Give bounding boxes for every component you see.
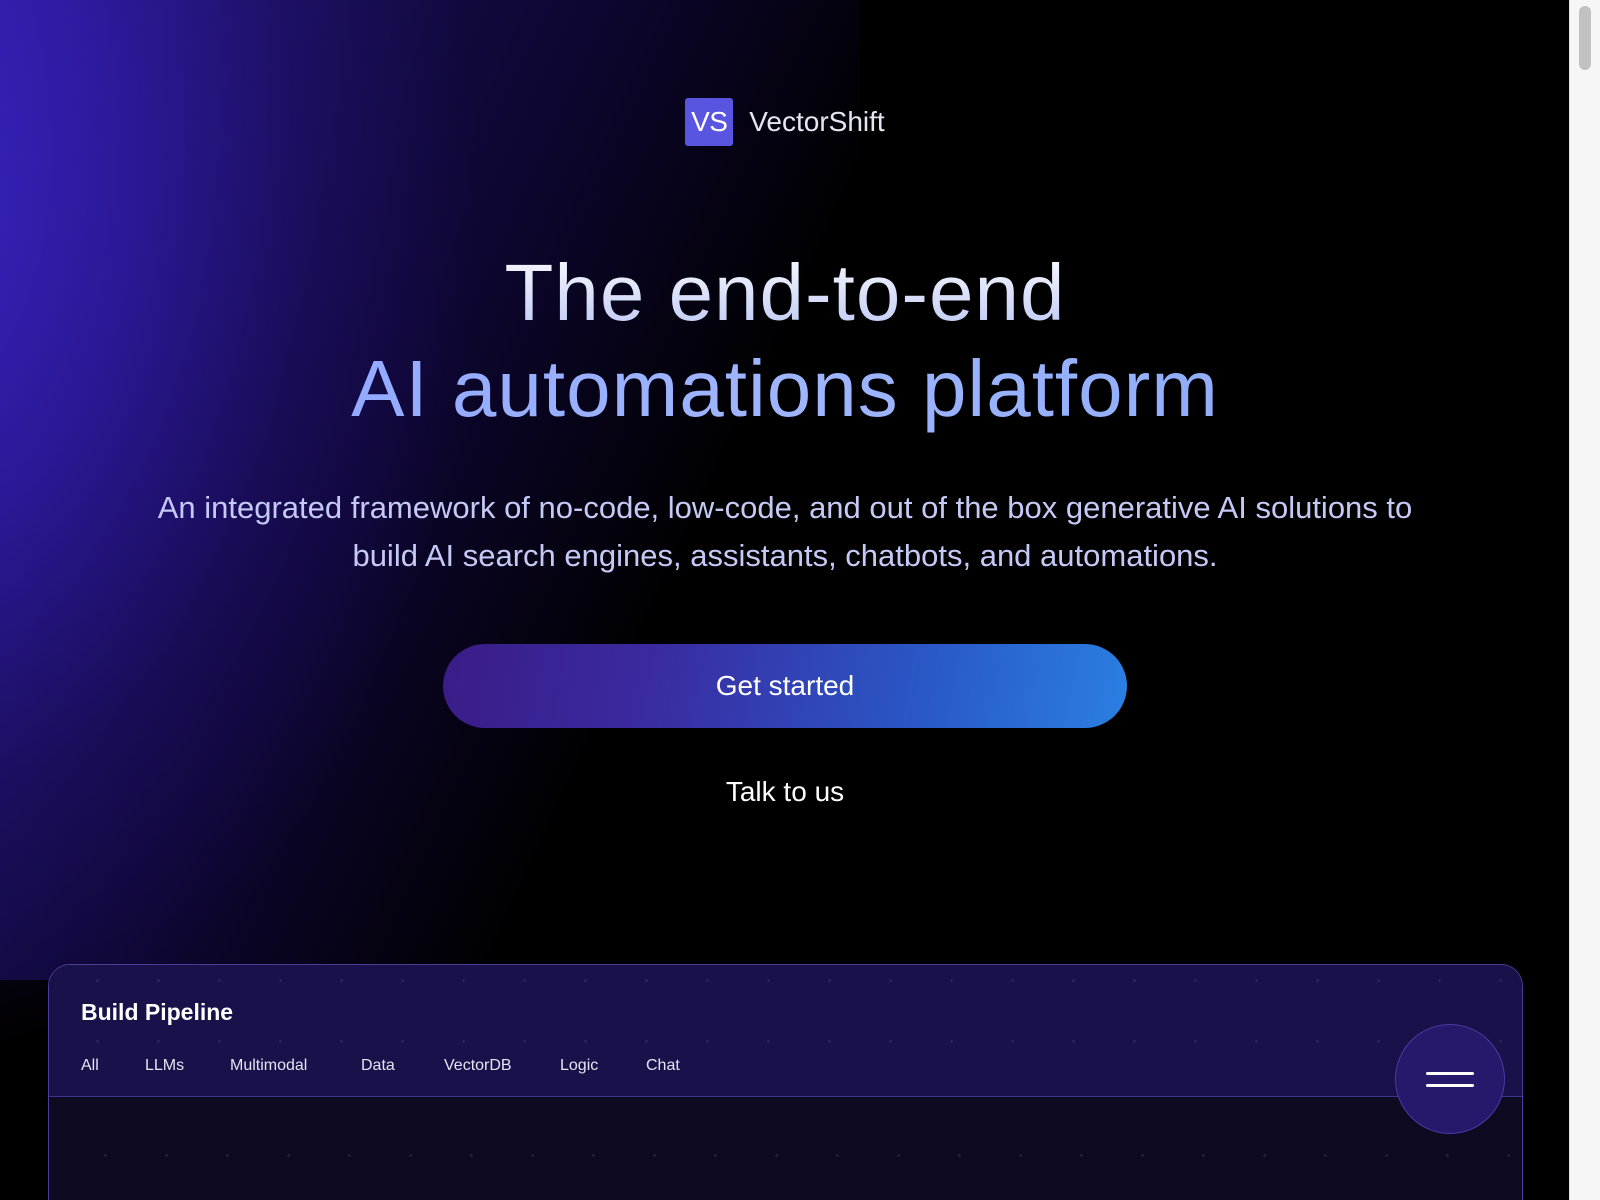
hamburger-menu-icon: [1426, 1071, 1474, 1075]
tab-multimodal[interactable]: Multimodal: [230, 1057, 361, 1075]
pipeline-header: Build Pipeline All LLMs Multimodal Data …: [49, 965, 1522, 1097]
pipeline-tabs: All LLMs Multimodal Data VectorDB Logic …: [81, 1057, 706, 1075]
logo-mark-icon: VS: [685, 98, 734, 146]
page-scrollbar[interactable]: [1569, 0, 1600, 1200]
hamburger-menu-icon-bar: [1426, 1083, 1474, 1087]
tab-data[interactable]: Data: [361, 1057, 444, 1075]
tab-vectordb[interactable]: VectorDB: [444, 1057, 560, 1075]
hero-title: The end-to-end AI automations platform: [0, 245, 1570, 437]
tab-logic[interactable]: Logic: [560, 1057, 646, 1075]
hero-subtitle: An integrated framework of no-code, low-…: [157, 490, 1413, 573]
tab-llms[interactable]: LLMs: [145, 1057, 230, 1075]
hamburger-menu-button[interactable]: [1395, 1024, 1505, 1134]
brand-logo[interactable]: VS VectorShift: [0, 98, 1570, 146]
talk-to-us-link[interactable]: Talk to us: [0, 776, 1570, 808]
pipeline-title: Build Pipeline: [81, 999, 234, 1025]
tab-chat[interactable]: Chat: [646, 1057, 706, 1075]
hero-title-line-1: The end-to-end: [0, 245, 1570, 341]
build-pipeline-panel: Build Pipeline All LLMs Multimodal Data …: [48, 964, 1523, 1200]
pipeline-canvas[interactable]: [49, 1097, 1522, 1200]
tab-all[interactable]: All: [81, 1057, 145, 1075]
landing-page: VS VectorShift The end-to-end AI automat…: [0, 0, 1570, 1200]
scrollbar-thumb[interactable]: [1579, 6, 1591, 70]
hero-title-line-2: AI automations platform: [0, 341, 1570, 437]
get-started-button[interactable]: Get started: [443, 644, 1127, 728]
brand-name: VectorShift: [749, 106, 885, 137]
